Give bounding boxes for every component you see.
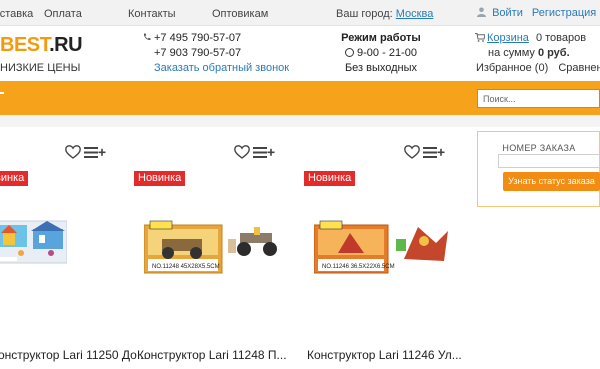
catalog-arrow-icon[interactable] — [0, 92, 4, 94]
card-actions — [65, 145, 106, 159]
logo-suffix: .RU — [49, 34, 83, 56]
product-card[interactable]: Новинка NO.11248 45X28X5.5CM Конструктор… — [134, 127, 294, 369]
hours-days: Без выходных — [344, 62, 418, 74]
heart-icon[interactable] — [404, 145, 420, 159]
site-logo[interactable]: BEST.RU — [0, 34, 83, 57]
product-card[interactable]: Новинка Конструктор Lari 11250 До... — [0, 127, 147, 369]
compare-icon[interactable] — [84, 145, 106, 159]
phones-block: +7 495 790-57-07 +7 903 790-57-07 Заказа… — [143, 31, 289, 76]
catalog-bar: Поиск... — [0, 81, 600, 115]
product-image[interactable]: NO.11248 45X28X5.5CM — [143, 219, 282, 280]
product-title[interactable]: Конструктор Lari 11250 До... — [0, 348, 147, 362]
hours-time: 9-00 - 21-00 — [357, 47, 417, 59]
order-number-input[interactable] — [498, 154, 600, 168]
cart-link[interactable]: Корзина — [487, 32, 529, 44]
divider-strip — [0, 115, 600, 127]
register-link[interactable]: Регистрация — [532, 7, 596, 19]
account-links: Войти Регистрация — [477, 7, 596, 19]
product-title[interactable]: Конструктор Lari 11248 П... — [137, 348, 287, 362]
product-title[interactable]: Конструктор Lari 11246 Ул... — [307, 348, 462, 362]
check-status-button[interactable]: Узнать статус заказа — [503, 172, 600, 191]
city-label: Ваш город: — [336, 8, 393, 20]
compare-icon[interactable] — [423, 145, 445, 159]
callback-link[interactable]: Заказать обратный звонок — [154, 62, 289, 74]
topnav-wholesale[interactable]: Оптовикам — [212, 8, 268, 20]
svg-text:NO.11246 36.5X22X6.5CM: NO.11246 36.5X22X6.5CM — [322, 264, 395, 270]
working-hours: Режим работы 9-00 - 21-00 Без выходных — [336, 31, 426, 76]
clock-icon — [345, 48, 355, 57]
login-link[interactable]: Войти — [492, 7, 523, 19]
top-bar: Доставка Оплата Контакты Оптовикам Ваш г… — [0, 0, 600, 26]
site-header: BEST.RU НИЗКИЕ ЦЕНЫ +7 495 790-57-07 +7 … — [0, 26, 600, 81]
cart-block: Корзина 0 товаров на сумму 0 руб. Избран… — [475, 31, 600, 76]
product-image[interactable]: NO.11246 36.5X22X6.5CM — [313, 219, 452, 280]
svg-text:NO.11248 45X28X5.5CM: NO.11248 45X28X5.5CM — [152, 264, 220, 270]
favorites-link[interactable]: Избранное (0) — [476, 62, 548, 74]
compare-link[interactable]: Сравнен — [558, 62, 600, 74]
card-actions — [234, 145, 275, 159]
new-badge: Новинка — [134, 171, 186, 186]
cart-icon — [475, 32, 486, 42]
topnav-payment[interactable]: Оплата — [44, 8, 82, 20]
topnav-contacts[interactable]: Контакты — [128, 8, 176, 20]
heart-icon[interactable] — [234, 145, 250, 159]
cart-count: 0 товаров — [535, 32, 587, 44]
logo-main: BEST — [0, 34, 50, 56]
phone-icon — [143, 31, 151, 41]
new-badge: Новинка — [304, 171, 356, 186]
phone-2[interactable]: +7 903 790-57-07 — [154, 47, 241, 59]
card-actions — [404, 145, 445, 159]
product-image[interactable] — [0, 219, 68, 270]
order-number-label: НОМЕР ЗАКАЗА — [502, 143, 576, 153]
cart-sum-value: 0 руб. — [537, 47, 570, 59]
order-status-widget: НОМЕР ЗАКАЗА Узнать статус заказа — [477, 131, 600, 207]
city-link[interactable]: Москва — [396, 8, 434, 20]
topnav-delivery[interactable]: Доставка — [0, 8, 33, 20]
search-input[interactable]: Поиск... — [477, 89, 600, 108]
compare-icon[interactable] — [253, 145, 275, 159]
product-card[interactable]: Новинка NO.11246 36.5X22X6.5CM Конструкт… — [304, 127, 464, 369]
city-selector: Ваш город: Москва — [336, 8, 433, 20]
user-icon — [477, 7, 486, 17]
phone-1[interactable]: +7 495 790-57-07 — [154, 32, 241, 44]
new-badge: Новинка — [0, 171, 29, 186]
hours-title: Режим работы — [341, 32, 421, 44]
heart-icon[interactable] — [65, 145, 81, 159]
cart-sum-label: на сумму — [488, 47, 535, 59]
slogan: НИЗКИЕ ЦЕНЫ — [0, 62, 81, 74]
